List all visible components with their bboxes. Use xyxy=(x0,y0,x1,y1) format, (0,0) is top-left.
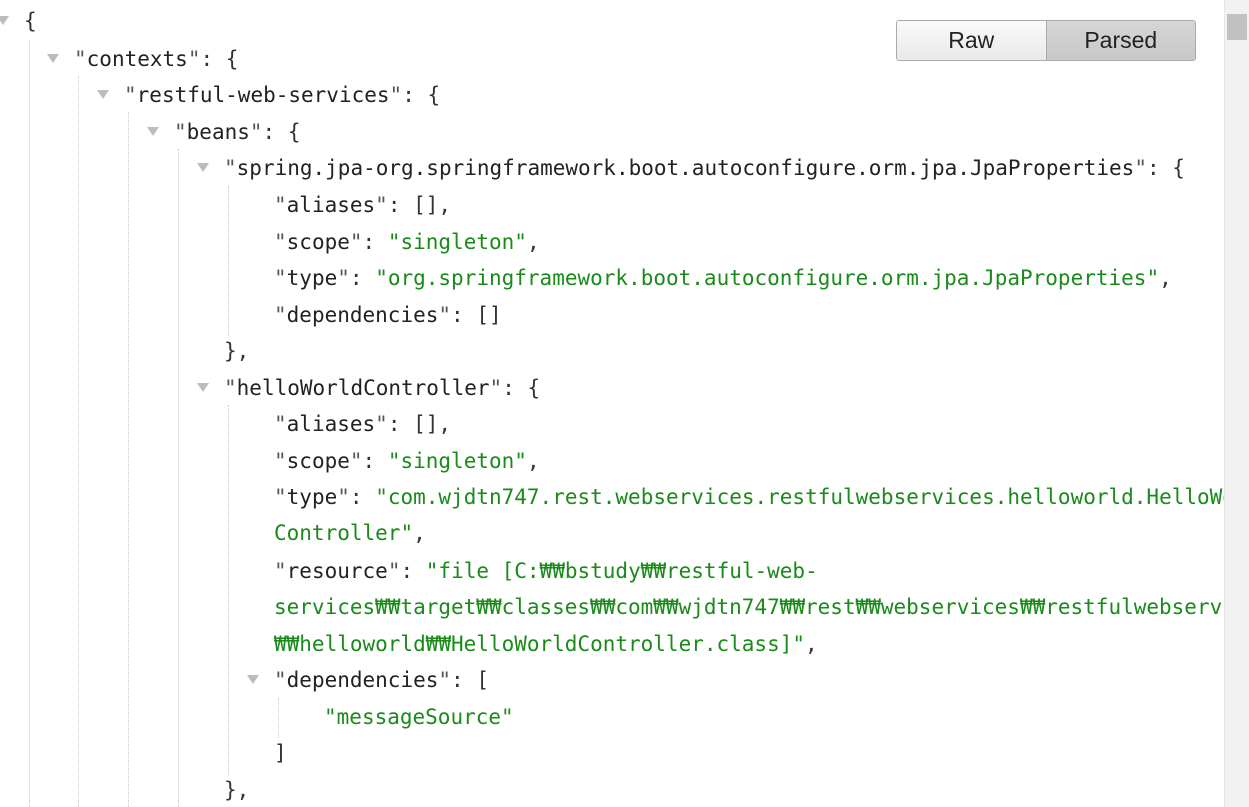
json-line-bean1-dependencies: "dependencies": [] xyxy=(274,303,502,327)
json-viewer: { "contexts": { "restful-web-services": … xyxy=(0,0,1224,807)
indent-guide xyxy=(178,149,179,807)
json-key: spring.jpa-org.springframework.boot.auto… xyxy=(236,156,1135,180)
indent-guide xyxy=(228,186,229,336)
json-line-dependency-item: "messageSource" xyxy=(324,705,514,729)
json-line-bean2-resource-wrap: ₩₩helloworld₩₩HelloWorldController.class… xyxy=(274,632,818,656)
json-key: scope xyxy=(286,230,350,254)
collapse-arrow-icon[interactable] xyxy=(247,675,259,684)
json-string-value: com.wjdtn747.rest.webservices.restfulweb… xyxy=(387,485,1224,509)
indent-guide xyxy=(128,112,129,807)
json-string-value: org.springframework.boot.autoconfigure.o… xyxy=(387,266,1147,290)
json-line-contexts: "contexts": { xyxy=(74,47,239,71)
json-line-bean2-scope: "scope": "singleton", xyxy=(274,449,540,473)
collapse-arrow-icon[interactable] xyxy=(197,163,209,172)
json-key: type xyxy=(286,485,338,509)
json-key: resource xyxy=(286,559,388,583)
json-line-bean2-resource-wrap: services₩₩target₩₩classes₩₩com₩₩wjdtn747… xyxy=(274,589,1224,625)
json-line-bean1-scope: "scope": "singleton", xyxy=(274,230,540,254)
json-line-bean2-name: "helloWorldController": { xyxy=(224,376,541,400)
json-key: helloWorldController xyxy=(236,376,490,400)
json-key: aliases xyxy=(286,412,376,436)
json-key: scope xyxy=(286,449,350,473)
indent-guide xyxy=(78,76,79,807)
collapse-arrow-icon[interactable] xyxy=(47,54,59,63)
json-string-value: singleton xyxy=(400,449,515,473)
json-string-value: Controller xyxy=(274,521,401,545)
json-line-root-open: { xyxy=(24,9,37,33)
scrollbar-thumb[interactable] xyxy=(1227,14,1247,40)
json-string-value: services₩₩target₩₩classes₩₩com₩₩wjdtn747… xyxy=(274,595,1224,619)
indent-guide xyxy=(228,405,229,775)
json-key: beans xyxy=(186,120,250,144)
vertical-scrollbar[interactable] xyxy=(1224,0,1249,807)
json-line-bean1-close: }, xyxy=(224,339,250,363)
json-string-value: ₩₩helloworld₩₩HelloWorldController.class… xyxy=(274,632,793,656)
json-line-bean1-aliases: "aliases": [], xyxy=(274,193,452,217)
json-key: aliases xyxy=(286,193,376,217)
collapse-arrow-icon[interactable] xyxy=(97,90,109,99)
json-string-value: messageSource xyxy=(336,705,502,729)
json-line-bean2-resource: "resource": "file [C:₩₩bstudy₩₩restful-w… xyxy=(274,559,818,583)
json-key: contexts xyxy=(86,47,188,71)
parsed-button[interactable]: Parsed xyxy=(1046,21,1195,60)
json-line-bean2-type-wrap: Controller", xyxy=(274,521,426,545)
json-key: dependencies xyxy=(286,303,439,327)
collapse-arrow-icon[interactable] xyxy=(197,383,209,392)
json-string-value: file [C:₩₩bstudy₩₩restful-web- xyxy=(438,559,818,583)
json-line-bean2-close: }, xyxy=(224,778,250,802)
json-line-bean2-type: "type": "com.wjdtn747.rest.webservices.r… xyxy=(274,479,1224,515)
collapse-arrow-icon[interactable] xyxy=(147,127,159,136)
view-mode-toggle: Raw Parsed xyxy=(896,20,1196,61)
json-string-value: singleton xyxy=(400,230,515,254)
json-line-dependencies-close: ] xyxy=(274,741,287,765)
json-key: dependencies xyxy=(286,668,439,692)
json-line-context-name: "restful-web-services": { xyxy=(124,83,441,107)
collapse-arrow-icon[interactable] xyxy=(0,16,9,25)
json-key: type xyxy=(286,266,338,290)
json-line-bean2-dependencies: "dependencies": [ xyxy=(274,668,489,692)
json-line-bean1-name: "spring.jpa-org.springframework.boot.aut… xyxy=(224,156,1185,180)
json-line-bean1-type: "type": "org.springframework.boot.autoco… xyxy=(274,266,1172,290)
indent-guide xyxy=(29,40,30,807)
json-line-beans: "beans": { xyxy=(174,120,301,144)
json-key: restful-web-services xyxy=(136,83,390,107)
indent-guide xyxy=(278,698,279,738)
raw-button[interactable]: Raw xyxy=(897,21,1047,60)
json-line-bean2-aliases: "aliases": [], xyxy=(274,412,452,436)
